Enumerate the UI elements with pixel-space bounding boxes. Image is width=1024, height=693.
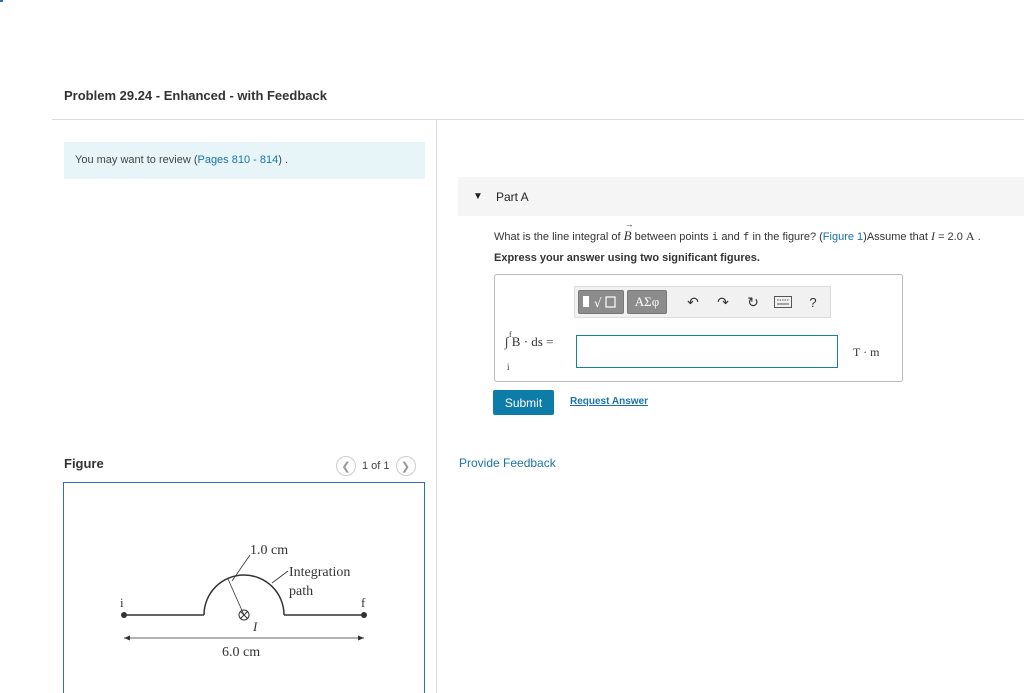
point-f-dot [361,612,367,618]
top-dimension-label: 1.0 cm [250,543,288,558]
pager-count: 1 of 1 [362,460,390,472]
question-text: What is the line integral of → B between … [494,219,981,244]
figure-pager: ❮ 1 of 1 ❯ [336,456,416,476]
integration-path-diagram: 1.0 cm Integration path i f I 6.0 cm [120,543,367,660]
chevron-right-icon[interactable]: ❯ [395,456,416,476]
equation-label: f ∫ B · ds = i [505,330,554,372]
chevron-left-icon[interactable]: ❮ [336,456,356,476]
provide-feedback-link[interactable]: Provide Feedback [459,456,556,470]
integral-expression: ∫ B · ds = [505,334,554,349]
answer-input[interactable] [576,335,838,368]
current-unit: A [965,229,975,243]
radius-line [227,578,245,616]
answer-unit: T · m [853,345,880,359]
figure-heading: Figure [64,456,104,471]
redo-icon[interactable]: ↷ [708,289,738,315]
question-segment: . [974,231,981,243]
math-toolbar: √ ΑΣφ ↶ ↷ ↻ ? [574,286,831,318]
point-f-label: f [361,595,366,610]
review-prefix: You may want to review ( [75,154,198,166]
help-button[interactable]: ? [798,289,828,315]
review-pages-link[interactable]: Pages 810 - 814 [197,154,278,166]
request-answer-link[interactable]: Request Answer [570,396,648,407]
integral-upper-limit: f [509,330,512,339]
symbols-button[interactable]: ΑΣφ [627,290,667,314]
dimension-leader [231,554,251,582]
submit-button[interactable]: Submit [493,390,554,415]
review-suffix: ) . [278,154,288,166]
header-divider [52,119,1024,120]
caret-down-icon[interactable]: ▼ [473,191,483,202]
keyboard-icon[interactable] [768,289,798,315]
path-label-line1: Integration [289,565,350,580]
question-segment: )Assume that [863,231,932,243]
point-i-dot [121,612,127,618]
undo-icon[interactable]: ↶ [678,289,708,315]
question-segment: between points [631,231,712,243]
answer-panel: √ ΑΣφ ↶ ↷ ↻ ? f ∫ B · ds = i T · m [494,274,903,382]
point-i-label: i [120,595,124,610]
vector-b: → B [623,219,634,243]
path-leader [271,570,289,584]
path-semicircle [203,574,285,616]
column-divider [436,120,437,693]
reset-icon[interactable]: ↻ [738,289,768,315]
bottom-dimension-label: 6.0 cm [222,645,260,660]
integral-lower-limit: i [507,362,510,372]
current-label: I [252,619,258,634]
instruction-text: Express your answer using two significan… [494,252,760,264]
question-segment: in the figure? ( [749,231,823,243]
page-title: Problem 29.24 - Enhanced - with Feedback [64,88,327,103]
part-a-header[interactable]: ▼ Part A [458,177,1024,216]
part-title: Part A [496,190,529,204]
corner-mark [0,0,3,2]
question-segment: and [718,231,743,243]
figure-panel: 1.0 cm Integration path i f I 6.0 cm [63,482,425,693]
svg-text:√: √ [594,296,602,310]
figure-1-link[interactable]: Figure 1 [823,231,863,243]
question-segment: What is the line integral of [494,231,624,243]
radical-template-icon[interactable]: √ [578,290,624,314]
path-label-line2: path [289,584,313,599]
review-notice: You may want to review (Pages 810 - 814)… [64,142,425,179]
question-segment: = 2.0 [935,231,966,243]
